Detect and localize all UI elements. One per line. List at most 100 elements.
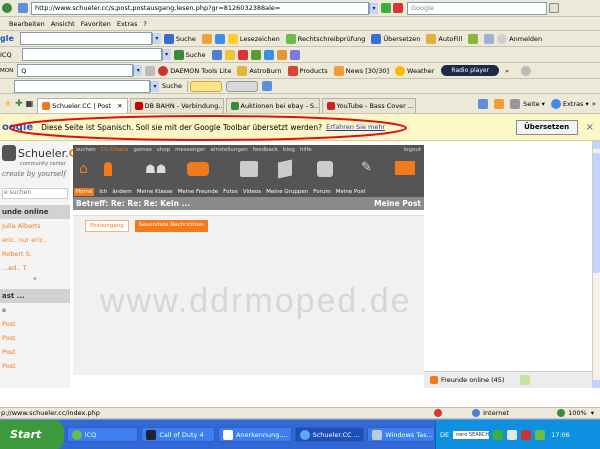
icq-tool-icon-4[interactable]: [250, 49, 261, 60]
emoticon-button[interactable]: [225, 80, 258, 92]
home-icon[interactable]: [478, 98, 489, 109]
tray-go-icon[interactable]: [493, 429, 504, 440]
profile-nav-icon[interactable]: [104, 162, 112, 176]
top-link-suchen[interactable]: suchen: [76, 147, 96, 153]
nav-edit[interactable]: ändern: [112, 189, 131, 195]
address-dropdown[interactable]: ▾: [369, 2, 378, 14]
icq-search-dropdown[interactable]: ▾: [161, 49, 171, 60]
nav-post[interactable]: Meine Post: [336, 189, 366, 195]
top-link-feedback[interactable]: feedback: [253, 147, 278, 153]
tray-icon-1[interactable]: [507, 429, 518, 440]
translate-page-button[interactable]: Übersetzen: [515, 119, 578, 135]
nav-home[interactable]: Home: [74, 187, 95, 196]
icq-tool-icon-7[interactable]: [289, 49, 300, 60]
icq-search-input[interactable]: [21, 48, 162, 61]
videos-nav-icon[interactable]: [278, 159, 292, 179]
search-icon[interactable]: [549, 3, 559, 13]
top-link-games[interactable]: games: [133, 147, 151, 153]
nav-photos[interactable]: Fotos: [223, 189, 238, 195]
tools-menu-button[interactable]: Extras ▾: [548, 97, 592, 110]
post-item[interactable]: Post: [0, 359, 70, 373]
extra-tool-icon[interactable]: [261, 81, 272, 91]
top-link-shop[interactable]: shop: [157, 147, 170, 153]
extra-search-dropdown[interactable]: ▾: [150, 80, 159, 92]
news-button[interactable]: News [30/30]: [331, 64, 392, 77]
home-nav-icon[interactable]: ⌂: [79, 161, 88, 177]
scroll-up-icon[interactable]: [593, 141, 600, 149]
nero-search-box[interactable]: nero SEARCH: [453, 430, 490, 439]
sent-tab[interactable]: Gesendete Nachrichten: [134, 220, 208, 232]
address-input[interactable]: http://www.schueler.cc/s,post,postausgan…: [31, 1, 369, 15]
menu-help[interactable]: ?: [140, 17, 149, 30]
pen-icon[interactable]: [468, 33, 479, 44]
nav-forum[interactable]: Forum: [313, 189, 330, 195]
groups-nav-icon[interactable]: [317, 161, 333, 177]
feeds-icon[interactable]: [494, 98, 505, 109]
start-button[interactable]: Start: [0, 420, 64, 449]
translate-button[interactable]: Übersetzen: [368, 32, 423, 45]
extra-search-button[interactable]: Suche: [159, 80, 185, 93]
translate-close-icon[interactable]: ×: [586, 122, 594, 133]
spellcheck-button[interactable]: Rechtschreibprüfung: [283, 32, 369, 45]
taskbar-cod4[interactable]: Call of Duty 4: [141, 427, 215, 442]
google-search-input[interactable]: [19, 32, 152, 45]
icq-search-button[interactable]: Suche: [171, 48, 209, 61]
menu-view[interactable]: Ansicht: [48, 17, 78, 30]
tab-close-icon[interactable]: ✕: [117, 102, 122, 110]
photos-nav-icon[interactable]: [240, 161, 258, 177]
toolbar-search-dropdown[interactable]: ▾: [133, 65, 143, 76]
toolbar-search-input[interactable]: Q: [17, 64, 134, 77]
quick-tabs-icon[interactable]: ▦: [26, 99, 34, 108]
autofill-button[interactable]: AutoFill: [423, 32, 465, 45]
forum-nav-icon[interactable]: ✎: [361, 160, 372, 175]
toolbar-overflow-icon[interactable]: »: [592, 100, 596, 108]
smiley-button[interactable]: [189, 80, 222, 92]
tab-ebay[interactable]: Auktionen bei ebay - S...: [225, 98, 320, 113]
popup-icon[interactable]: [214, 33, 225, 44]
toolbar-more-icon[interactable]: »: [505, 67, 509, 75]
go-icon[interactable]: [381, 3, 391, 13]
top-link-blog[interactable]: blog: [283, 147, 295, 153]
stop-icon[interactable]: [393, 3, 403, 13]
add-favorites-icon[interactable]: ✚: [15, 99, 23, 109]
menu-favorites[interactable]: Favoriten: [78, 17, 114, 30]
inbox-tab[interactable]: Posteingang: [85, 220, 129, 232]
top-link-charts[interactable]: CC-Charts: [101, 147, 129, 153]
nav-class[interactable]: Meine Klasse: [137, 189, 173, 195]
friends-online-bar[interactable]: Freunde online (45): [424, 371, 592, 388]
tab-youtube[interactable]: YouTube - Bass Cover ...: [321, 98, 416, 113]
language-indicator[interactable]: DE: [440, 431, 449, 439]
products-button[interactable]: Products: [285, 64, 331, 77]
zoom-level[interactable]: 100%: [568, 409, 587, 417]
icq-tool-icon-5[interactable]: [263, 49, 274, 60]
print-icon[interactable]: [510, 98, 521, 109]
left-search-field[interactable]: e suchen: [2, 188, 68, 199]
daemon-tools-button[interactable]: DAEMON Tools Lite: [155, 64, 234, 77]
top-link-settings[interactable]: einstellungen: [211, 147, 248, 153]
chat-toggle-icon[interactable]: [520, 375, 531, 385]
icq-tool-icon-6[interactable]: [276, 49, 287, 60]
taskbar-windows-task[interactable]: Windows Tas...: [367, 427, 435, 442]
taskbar-icq[interactable]: ICQ: [66, 427, 139, 442]
class-nav-icon[interactable]: ☗☗: [145, 162, 167, 176]
icq-tool-icon-1[interactable]: [211, 49, 222, 60]
logout-link[interactable]: logout: [404, 147, 421, 153]
toolbar-refresh-icon[interactable]: [521, 65, 532, 76]
wrench-icon[interactable]: [484, 33, 495, 44]
menu-edit[interactable]: Bearbeiten: [6, 17, 48, 30]
bookmarks-button[interactable]: Lesezeichen: [225, 32, 283, 45]
nav-me[interactable]: Ich: [99, 189, 107, 195]
friend-item[interactable]: ...ed.. T: [0, 261, 70, 275]
friends-nav-icon[interactable]: [187, 162, 209, 176]
extra-search-input[interactable]: [14, 79, 150, 93]
tab-db-bahn[interactable]: DB BAHN - Verbindung...: [129, 98, 224, 113]
icq-tool-icon-3[interactable]: [237, 49, 248, 60]
radio-player[interactable]: Radio player: [441, 65, 500, 76]
friend-item[interactable]: eric. nur eric.: [0, 233, 70, 247]
post-item[interactable]: Post: [0, 345, 70, 359]
search-input[interactable]: Google: [407, 1, 547, 15]
post-item[interactable]: Post: [0, 331, 70, 345]
favorites-star-icon[interactable]: ★: [4, 99, 12, 109]
nav-friends[interactable]: Meine Freunde: [178, 189, 218, 195]
vertical-scrollbar[interactable]: [592, 141, 600, 388]
